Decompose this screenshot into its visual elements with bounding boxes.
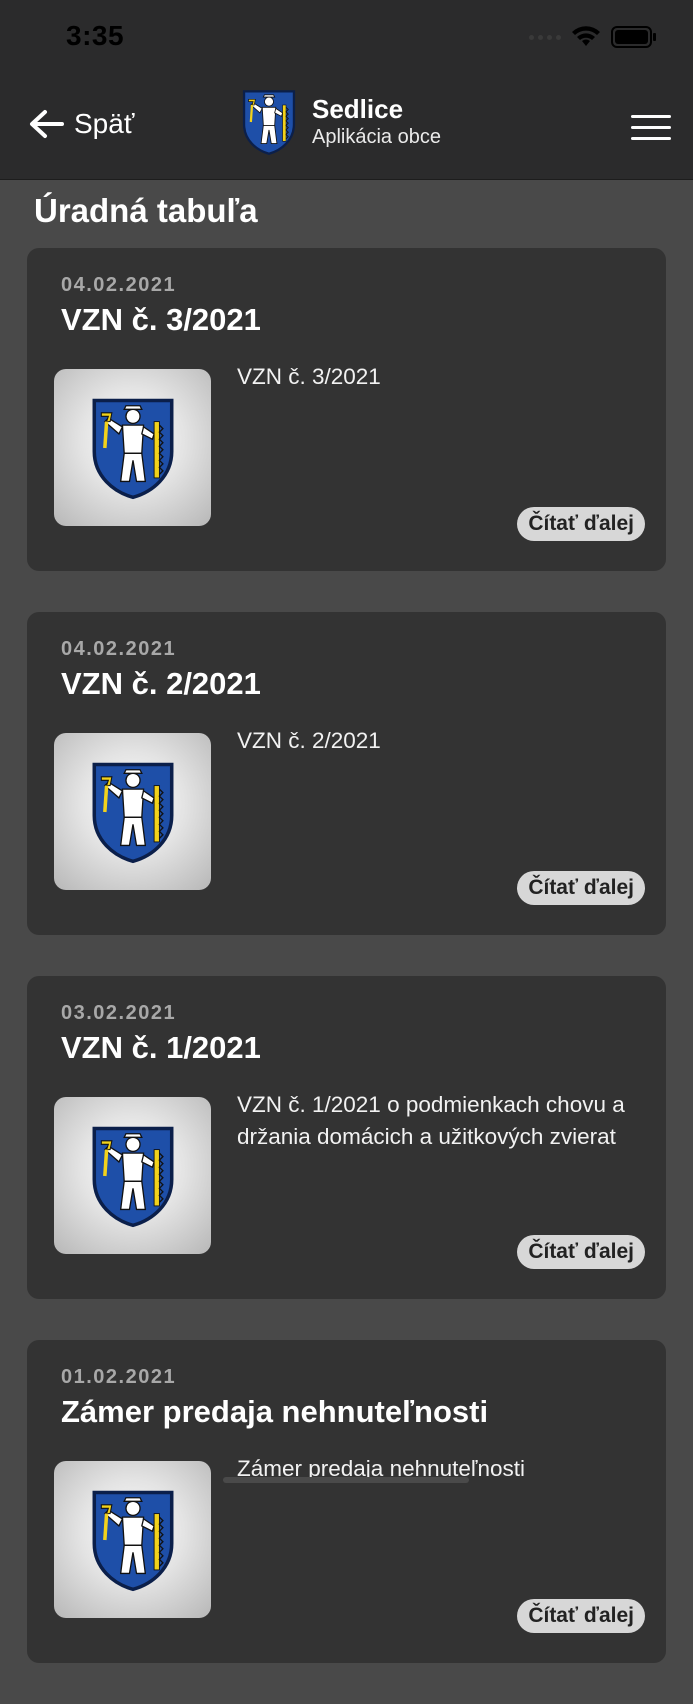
signal-icon <box>529 34 561 40</box>
app-brand: Sedlice Aplikácia obce <box>240 88 441 156</box>
home-indicator <box>223 1477 469 1483</box>
status-icons <box>529 26 657 48</box>
status-time: 3:35 <box>66 20 125 51</box>
battery-icon <box>611 26 656 48</box>
crest-logo-icon <box>240 88 298 156</box>
read-more-button[interactable]: Čítať ďalej <box>517 1599 645 1633</box>
read-more-button[interactable]: Čítať ďalej <box>517 1235 645 1269</box>
notice-list: 04.02.2021 VZN č. 3/2021 VZN č. 3/2021 Č… <box>27 248 666 1704</box>
card-date: 04.02.2021 <box>61 274 177 296</box>
app-subtitle: Aplikácia obce <box>312 126 441 148</box>
card-thumbnail <box>54 1461 211 1618</box>
back-label: Späť <box>74 108 135 139</box>
notice-card[interactable]: 01.02.2021 Zámer predaja nehnuteľnosti Z… <box>27 1340 666 1663</box>
card-date: 04.02.2021 <box>61 638 177 660</box>
back-button[interactable]: Späť <box>28 108 134 140</box>
crest-icon <box>89 395 177 501</box>
read-more-button[interactable]: Čítať ďalej <box>517 507 645 541</box>
status-bar: 3:35 <box>0 0 693 78</box>
card-thumbnail <box>54 369 211 526</box>
hamburger-menu-icon[interactable] <box>631 115 671 141</box>
card-description: VZN č. 2/2021 <box>237 728 381 753</box>
notice-card[interactable]: 04.02.2021 VZN č. 3/2021 VZN č. 3/2021 Č… <box>27 248 666 571</box>
card-title: Zámer predaja nehnuteľnosti <box>61 1394 489 1429</box>
card-thumbnail <box>54 1097 211 1254</box>
card-thumbnail <box>54 733 211 890</box>
crest-icon <box>89 759 177 865</box>
card-title: VZN č. 3/2021 <box>61 302 261 337</box>
crest-icon <box>89 1123 177 1229</box>
card-date: 01.02.2021 <box>61 1366 177 1388</box>
read-more-button[interactable]: Čítať ďalej <box>517 871 645 905</box>
notice-card[interactable]: 04.02.2021 VZN č. 2/2021 VZN č. 2/2021 Č… <box>27 612 666 935</box>
crest-icon <box>89 1487 177 1593</box>
card-title: VZN č. 2/2021 <box>61 666 261 701</box>
app-title: Sedlice <box>312 94 404 124</box>
top-navbar: Späť Sedlice Aplikácia obce <box>0 78 693 180</box>
card-description: VZN č. 3/2021 <box>237 364 381 389</box>
card-description: VZN č. 1/2021 o podmienkach chovu a drža… <box>237 1092 625 1149</box>
wifi-icon <box>572 26 600 46</box>
notice-card[interactable]: 03.02.2021 VZN č. 1/2021 VZN č. 1/2021 o… <box>27 976 666 1299</box>
arrow-left-icon <box>30 110 64 138</box>
page-title: Úradná tabuľa <box>34 192 258 229</box>
card-date: 03.02.2021 <box>61 1002 177 1024</box>
card-title: VZN č. 1/2021 <box>61 1030 261 1065</box>
